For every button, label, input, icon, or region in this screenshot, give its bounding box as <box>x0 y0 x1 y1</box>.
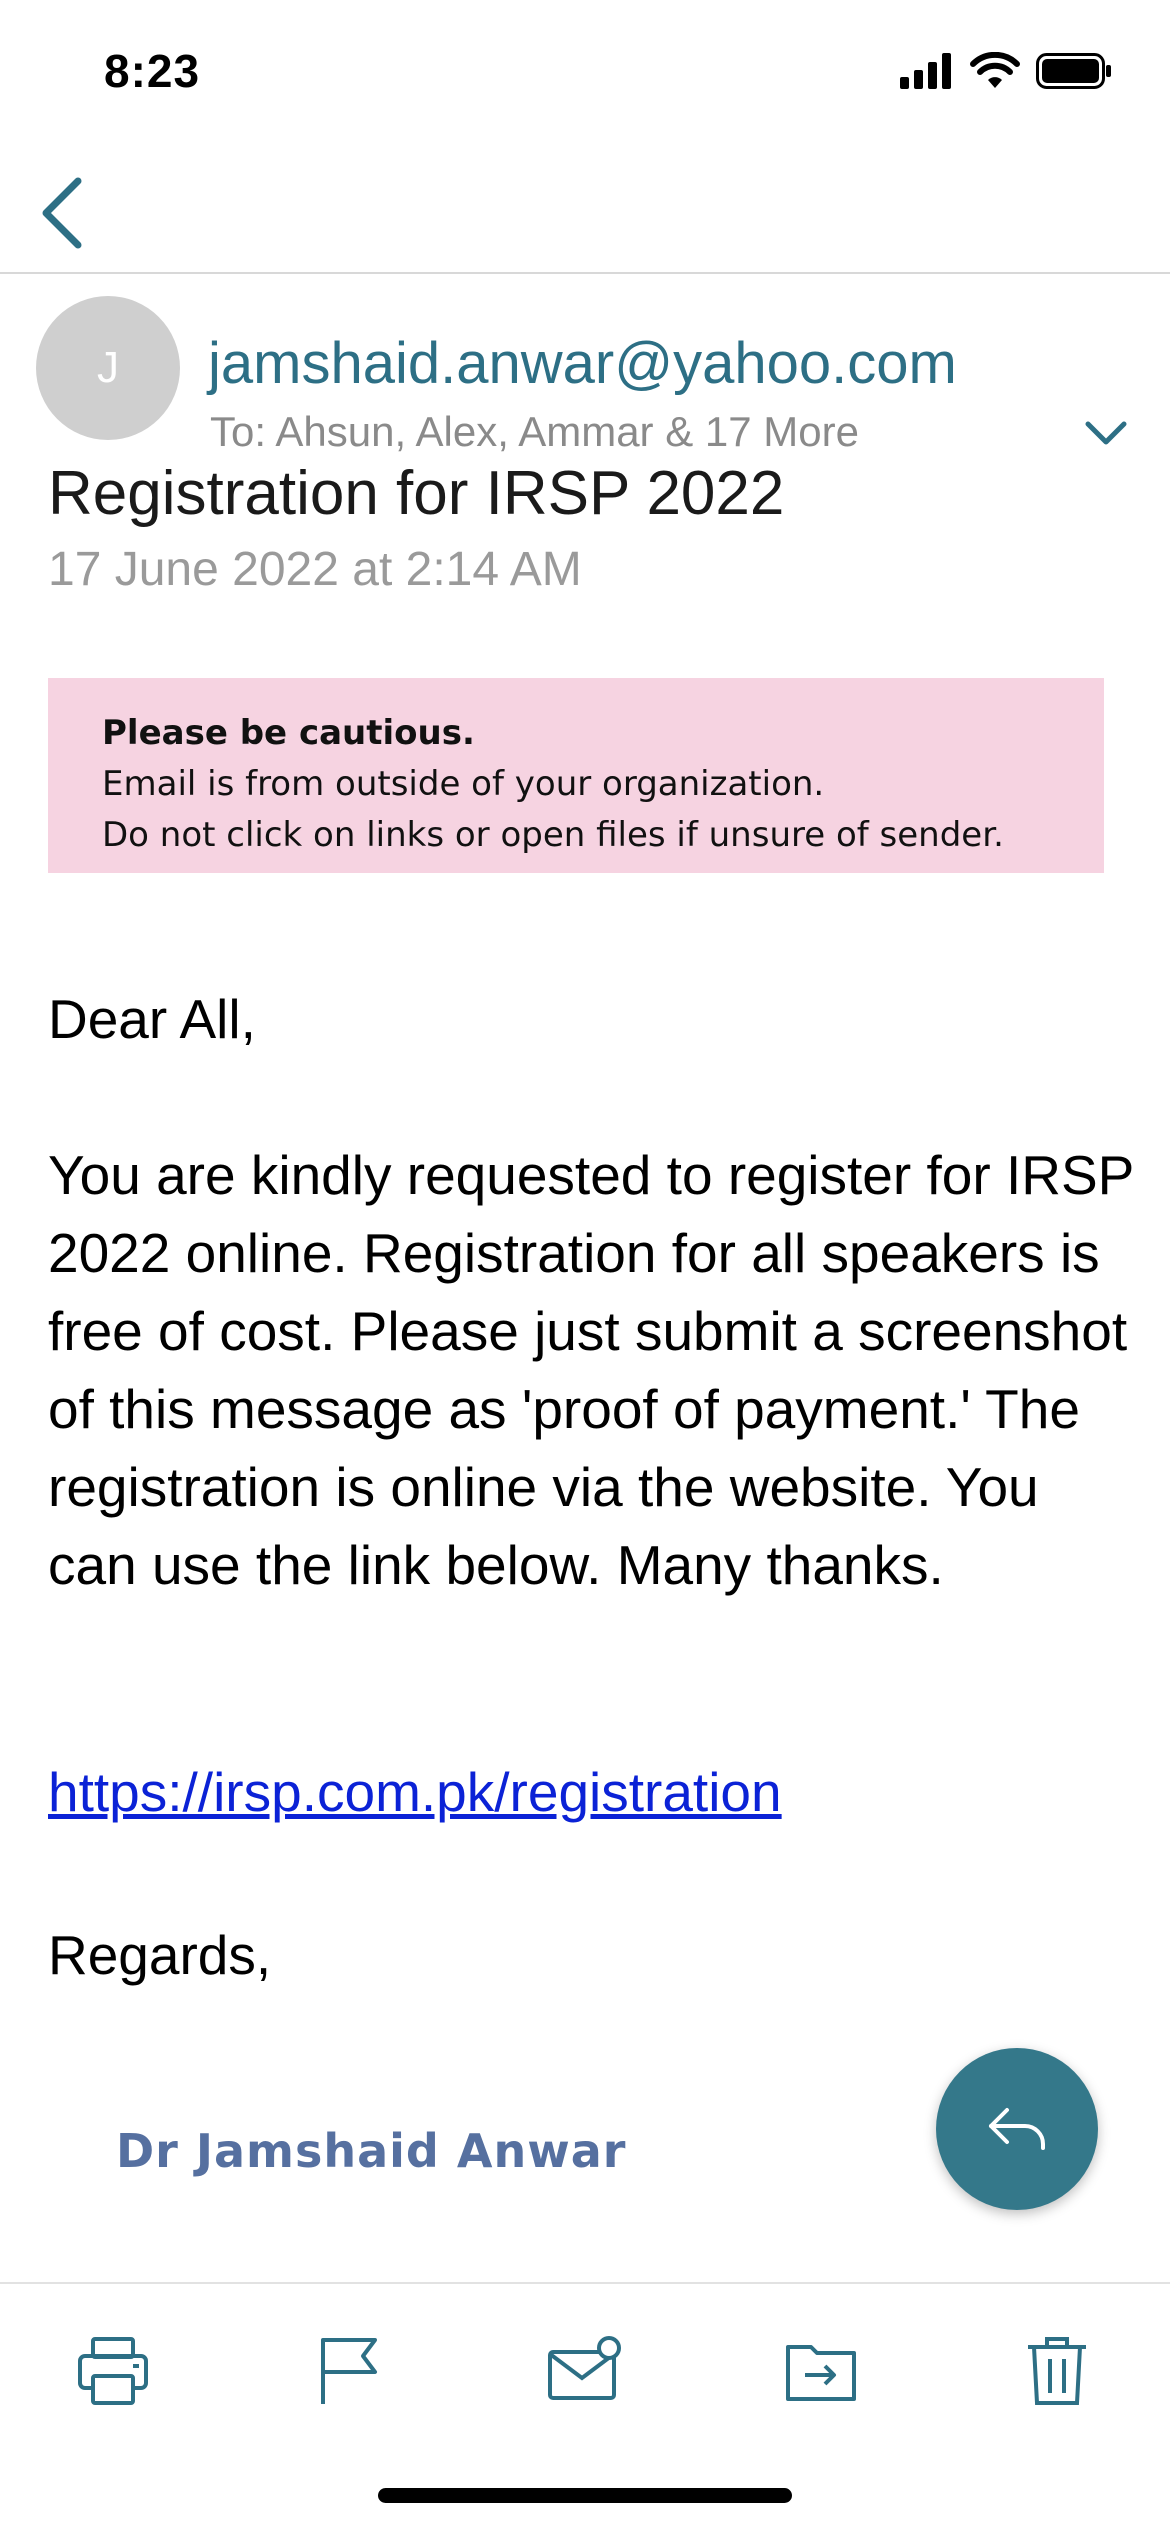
status-time: 8:23 <box>104 45 201 97</box>
move-to-folder-icon <box>786 2345 856 2401</box>
body-paragraph: You are kindly requested to register for… <box>48 1144 1134 1596</box>
mark-unread-button[interactable] <box>540 2326 630 2416</box>
caution-line-2: Do not click on links or open files if u… <box>102 815 1004 855</box>
reply-icon <box>989 2108 1045 2150</box>
print-icon <box>78 2337 148 2405</box>
navigation-bar <box>0 150 1170 274</box>
sender-email[interactable]: jamshaid.anwar@yahoo.com <box>208 330 957 397</box>
registration-link[interactable]: https://irsp.com.pk/registration <box>48 1760 782 1824</box>
print-button[interactable] <box>68 2326 158 2416</box>
wifi-icon <box>970 52 1020 88</box>
chevron-left-icon <box>42 177 82 249</box>
recipients-summary[interactable]: To: Ahsun, Alex, Ammar & 17 More <box>210 408 859 456</box>
cellular-signal-icon <box>900 53 951 89</box>
closing: Regards, <box>48 1924 272 1986</box>
move-to-folder-button[interactable] <box>776 2326 866 2416</box>
back-button[interactable] <box>22 168 102 258</box>
caution-banner: Please be cautious. Email is from outsid… <box>48 678 1104 873</box>
email-subject: Registration for IRSP 2022 <box>48 459 785 528</box>
greeting: Dear All, <box>48 988 256 1050</box>
caution-line-1: Email is from outside of your organizati… <box>102 764 825 804</box>
status-icons <box>900 52 1112 90</box>
caution-title: Please be cautious. <box>102 713 475 753</box>
expand-details-button[interactable] <box>1080 414 1132 454</box>
chevron-down-icon <box>1085 421 1127 445</box>
mail-unread-icon <box>548 2336 621 2400</box>
signature: Dr Jamshaid Anwar <box>116 2124 627 2178</box>
battery-icon <box>1036 53 1111 89</box>
flag-icon <box>321 2338 377 2404</box>
delete-button[interactable] <box>1012 2326 1102 2416</box>
email-date: 17 June 2022 at 2:14 AM <box>48 543 582 596</box>
reply-button[interactable] <box>936 2048 1098 2210</box>
avatar[interactable]: J <box>36 296 180 440</box>
trash-icon <box>1028 2337 1086 2405</box>
status-bar: 8:23 <box>0 0 1170 150</box>
home-indicator[interactable] <box>378 2488 792 2503</box>
flag-button[interactable] <box>304 2326 394 2416</box>
